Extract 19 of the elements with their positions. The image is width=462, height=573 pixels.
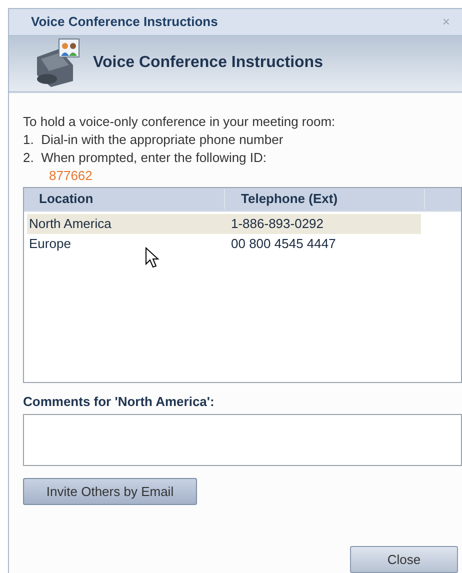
intro-text: To hold a voice-only conference in your meeting room:	[23, 112, 336, 130]
column-header[interactable]: Location	[24, 189, 225, 209]
step-text: 1. Dial-in with the appropriate phone number	[23, 130, 284, 148]
header-title: Voice Conference Instructions	[93, 53, 323, 74]
column-header[interactable]: Telephone (Ext)	[225, 189, 425, 209]
location-cell-text: Europe	[28, 234, 72, 253]
window-title: Voice Conference Instructions	[31, 13, 218, 32]
table-row[interactable]: Europe 00 800 4545 4447	[27, 234, 421, 254]
close-button[interactable]: Close	[350, 546, 458, 573]
telephone-cell-text: 1-886-893-0292	[231, 214, 324, 233]
conference-id: 877662	[48, 166, 94, 184]
invite-button[interactable]: Invite Others by Email	[23, 478, 197, 505]
telephone-cell-text: 00 800 4545 4447	[231, 234, 336, 253]
location-cell-text: North America	[28, 214, 112, 233]
comments-label: Comments for 'North America':	[23, 392, 216, 410]
table-row[interactable]: North America 1-886-893-0292	[27, 214, 421, 234]
comments-field[interactable]	[23, 414, 462, 466]
mouse-cursor-icon	[145, 247, 159, 269]
step-text: 2. When prompted, enter the following ID:	[23, 148, 268, 166]
